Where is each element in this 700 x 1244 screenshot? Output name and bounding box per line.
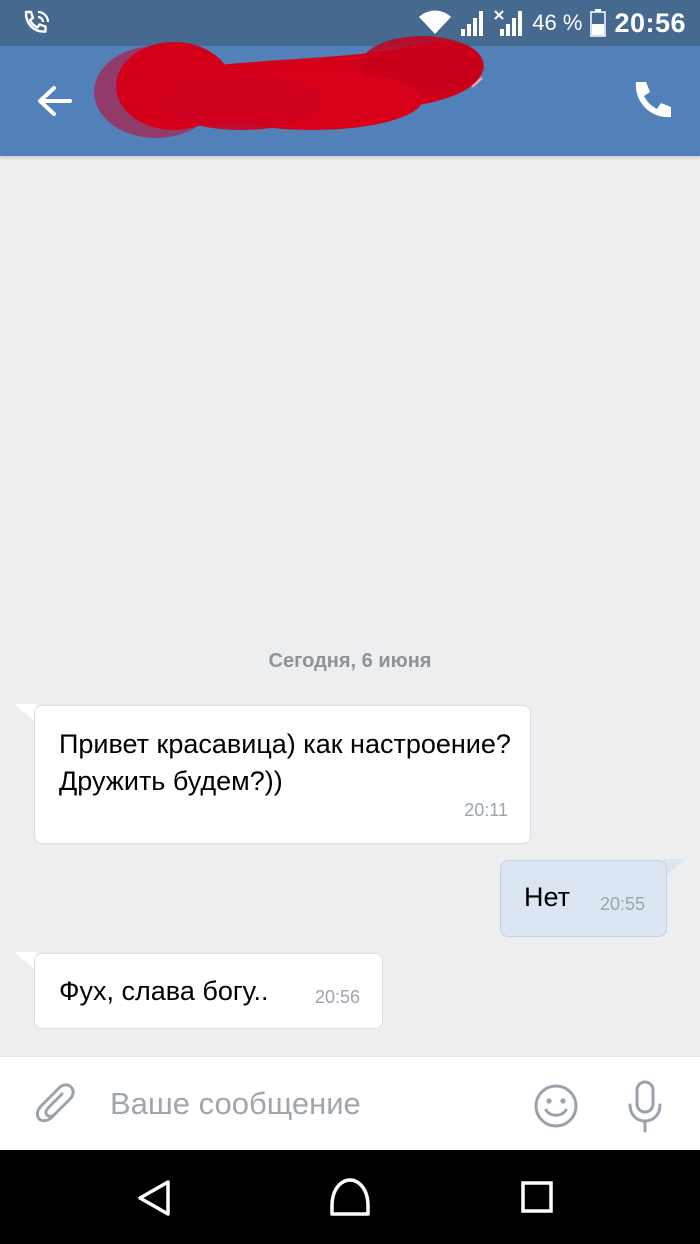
message-time: 20:11: [464, 800, 508, 820]
emoji-icon[interactable]: [533, 1083, 579, 1129]
contact-name-redaction: [94, 36, 484, 138]
wifi-calling-icon: [24, 10, 50, 33]
microphone-icon[interactable]: [624, 1079, 666, 1135]
nav-back-icon[interactable]: [134, 1178, 176, 1218]
message-input[interactable]: [110, 1079, 510, 1129]
message-text: Нет: [524, 882, 570, 912]
date-separator: Сегодня, 6 июня: [268, 650, 432, 672]
nav-recents-icon[interactable]: [520, 1180, 554, 1214]
message-time: 20:55: [599, 894, 645, 914]
bubble-tail: [14, 952, 36, 970]
back-arrow-icon[interactable]: [30, 80, 82, 122]
message-composer: [0, 1056, 700, 1150]
battery-percent: 46 %: [532, 10, 583, 35]
message-time: 20:56: [314, 987, 360, 1007]
incoming-message[interactable]: Фух, слава богу.. 20:56: [34, 953, 383, 1029]
signal-no-service-icon: [494, 10, 523, 36]
message-list[interactable]: Сегодня, 6 июня Привет красавица) как на…: [0, 156, 700, 1056]
nav-home-icon[interactable]: [328, 1176, 372, 1218]
phone-icon[interactable]: [626, 76, 676, 126]
bubble-tail: [664, 859, 686, 877]
chat-header: [0, 36, 700, 156]
bubble-tail: [14, 704, 36, 722]
incoming-message[interactable]: Привет красавица) как настроение? Дружит…: [34, 705, 531, 844]
system-navigation-bar: [0, 1150, 700, 1244]
clock: 20:56: [614, 7, 686, 38]
outgoing-message[interactable]: Нет 20:55: [500, 860, 667, 937]
message-text: Фух, слава богу..: [59, 976, 269, 1006]
message-text: Привет красавица) как настроение? Дружит…: [59, 729, 511, 796]
battery-icon: [590, 9, 607, 37]
paperclip-icon[interactable]: [34, 1081, 78, 1129]
